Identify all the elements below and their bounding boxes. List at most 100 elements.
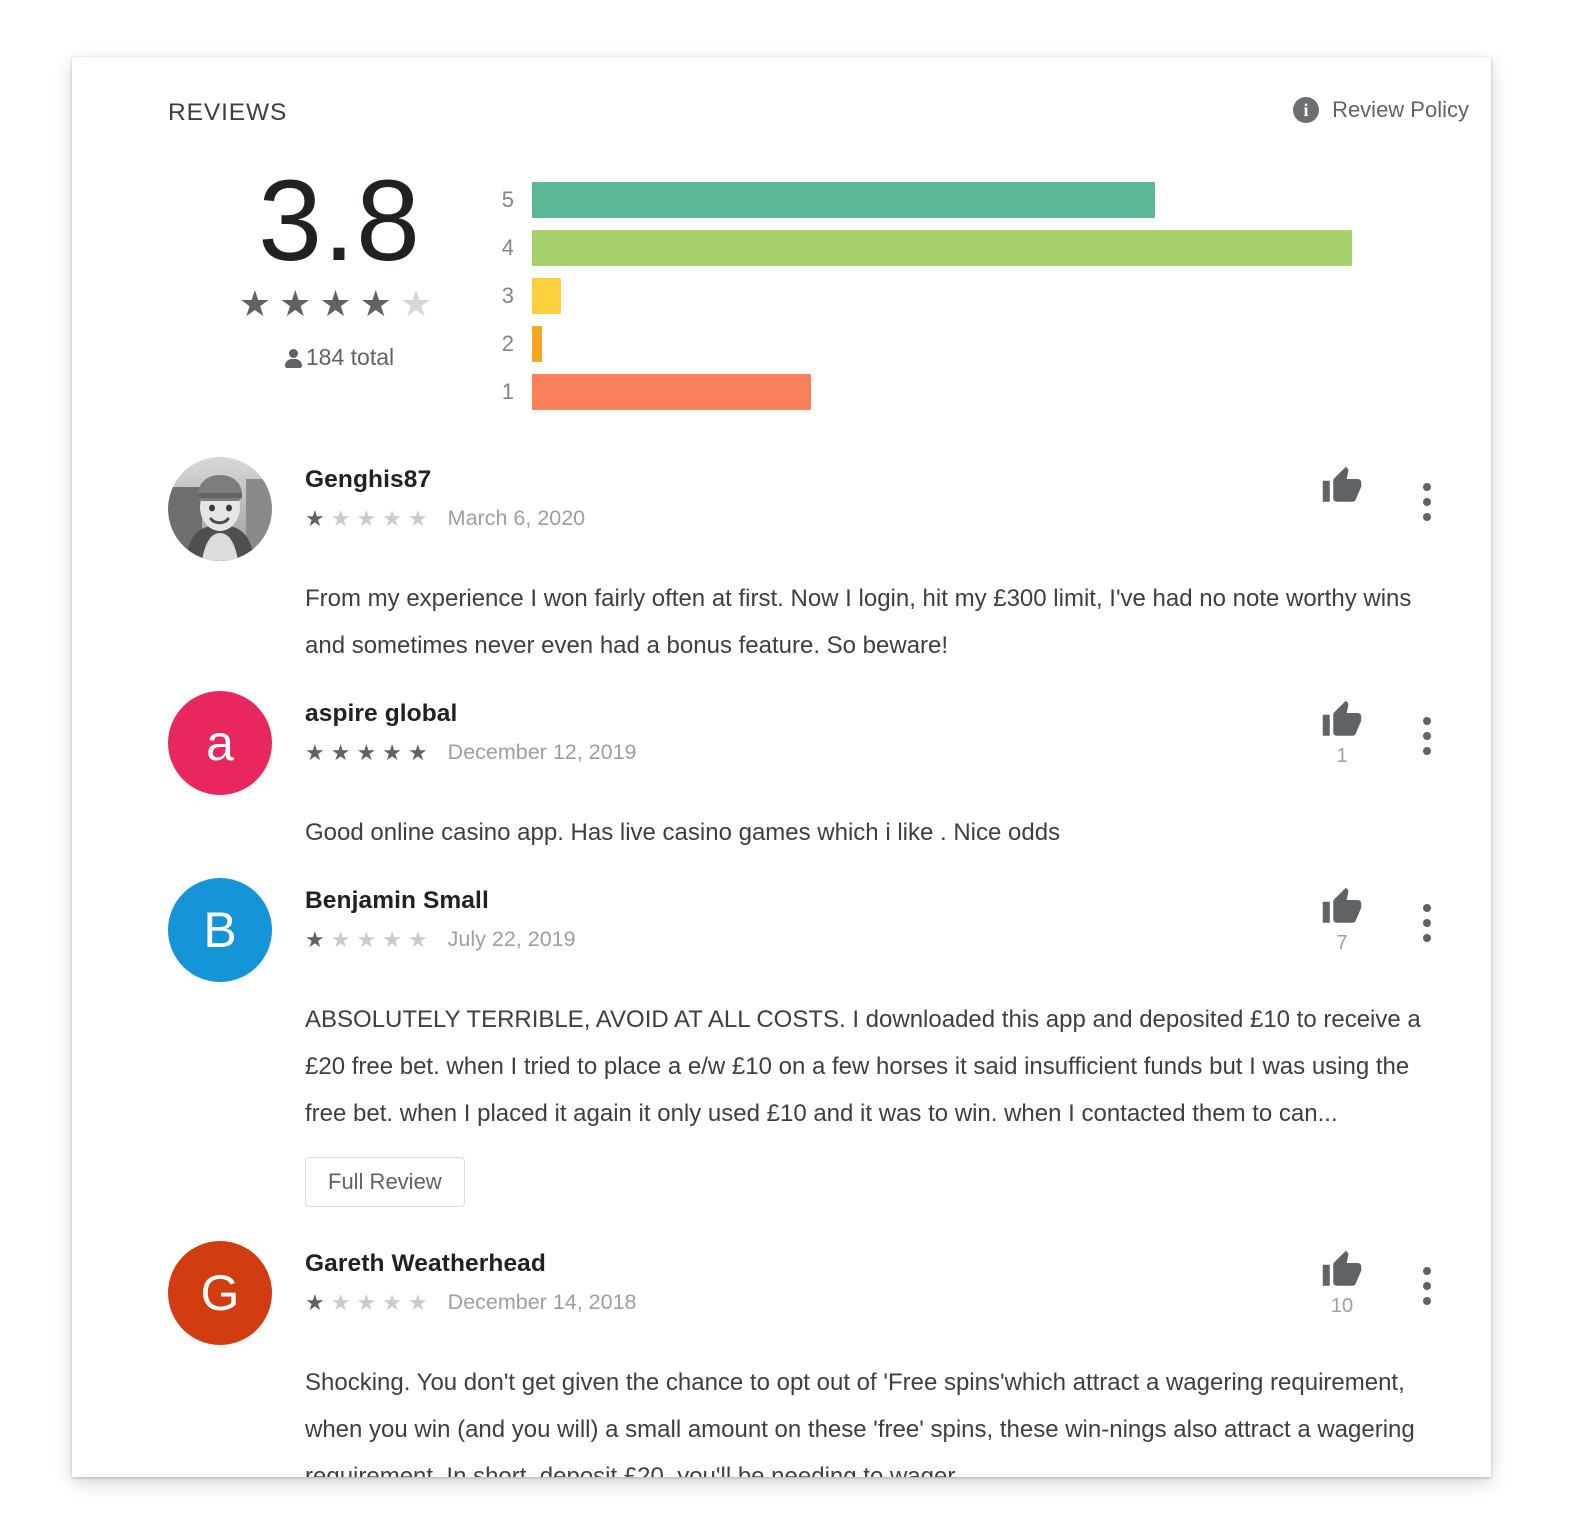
- histogram-track-2: [532, 320, 1352, 368]
- review-policy-link[interactable]: i Review Policy: [1293, 97, 1469, 123]
- review-actions: 1: [1321, 699, 1431, 768]
- review-policy-label: Review Policy: [1332, 97, 1469, 122]
- histogram-row-5: 5: [492, 176, 1352, 224]
- thumbs-up-button[interactable]: 1: [1321, 699, 1363, 768]
- thumbs-up-button[interactable]: [1321, 465, 1363, 533]
- review-star-3: ★: [356, 739, 383, 765]
- review-star-5: ★: [407, 505, 434, 531]
- review-star-1: ★: [305, 926, 331, 952]
- review-meta: ★★★★★ July 22, 2019: [305, 927, 576, 952]
- review-star-5: ★: [407, 926, 434, 952]
- like-count: 1: [1336, 745, 1348, 767]
- histogram-row-4: 4: [492, 224, 1352, 272]
- histogram-bar-2: [532, 326, 542, 362]
- review-date: December 12, 2019: [447, 740, 637, 764]
- review-author: Genghis87: [305, 466, 432, 493]
- summary-star-5: ★: [399, 283, 441, 324]
- ratings-summary: 3.8 ★★★★★ 184 total 5 4 3 2 1: [72, 162, 1491, 462]
- histogram-track-3: [532, 272, 1352, 320]
- histogram-row-1: 1: [492, 368, 1352, 416]
- review-item: G Gareth Weatherhead ★★★★★ December 14, 201…: [72, 1241, 1491, 1477]
- histogram-row-3: 3: [492, 272, 1352, 320]
- review-spacer: [168, 1207, 1491, 1241]
- review-body: From my experience I won fairly often at…: [305, 585, 1412, 659]
- card-header: REVIEWS i Review Policy: [72, 57, 1491, 167]
- summary-star-rating: ★★★★★: [167, 284, 512, 324]
- average-score: 3.8: [258, 157, 421, 285]
- review-author-block: Benjamin Small ★★★★★ July 22, 2019: [305, 878, 576, 952]
- review-author: Benjamin Small: [305, 887, 489, 914]
- avatar-initial: B: [203, 902, 237, 958]
- review-item: a aspire global ★★★★★ December 12, 2019 1 Goo…: [72, 691, 1491, 878]
- review-star-5: ★: [407, 1289, 434, 1315]
- review-meta: ★★★★★ March 6, 2020: [305, 506, 585, 531]
- more-vert-icon[interactable]: [1423, 886, 1431, 942]
- more-vert-icon[interactable]: [1423, 1249, 1431, 1305]
- review-item: B Benjamin Small ★★★★★ July 22, 2019 7 ABSOLU…: [72, 878, 1491, 1241]
- histogram-label-3: 3: [501, 283, 514, 308]
- review-meta: ★★★★★ December 12, 2019: [305, 740, 637, 765]
- histogram-track-4: [532, 224, 1352, 272]
- review-star-1: ★: [305, 739, 331, 765]
- avatar-initial: G: [200, 1265, 240, 1321]
- review-star-1: ★: [305, 1289, 331, 1315]
- total-reviews: 184 total: [167, 344, 512, 371]
- review-star-3: ★: [356, 926, 383, 952]
- histogram-row-2: 2: [492, 320, 1352, 368]
- score-column: 3.8 ★★★★★ 184 total: [167, 162, 512, 371]
- review-body: Good online casino app. Has live casino …: [305, 819, 1061, 846]
- histogram-bar-3: [532, 278, 561, 314]
- review-star-3: ★: [356, 1289, 383, 1315]
- review-author: Gareth Weatherhead: [305, 1250, 546, 1277]
- histogram-bar-4: [532, 230, 1352, 266]
- review-actions: 10: [1321, 1249, 1431, 1318]
- review-body: Shocking. You don't get given the chance…: [305, 1369, 1415, 1477]
- review-star-rating: ★★★★★: [305, 1289, 434, 1315]
- person-icon: [284, 348, 302, 368]
- review-star-4: ★: [382, 739, 408, 765]
- page-root: REVIEWS i Review Policy 3.8 ★★★★★ 184 to…: [0, 0, 1587, 1531]
- info-icon: i: [1293, 97, 1320, 123]
- more-vert-icon[interactable]: [1423, 699, 1431, 755]
- review-header: B Benjamin Small ★★★★★ July 22, 2019 7: [168, 878, 1491, 982]
- review-star-2: ★: [330, 505, 357, 531]
- more-vert-icon[interactable]: [1423, 465, 1431, 521]
- summary-star-4: ★: [359, 283, 400, 324]
- rating-histogram: 5 4 3 2 1: [492, 176, 1352, 426]
- review-star-2: ★: [330, 739, 357, 765]
- review-date: December 14, 2018: [447, 1290, 637, 1314]
- review-header: G Gareth Weatherhead ★★★★★ December 14, 201…: [168, 1241, 1491, 1345]
- thumbs-up-button[interactable]: 7: [1321, 886, 1363, 955]
- reviews-list: Genghis87 ★★★★★ March 6, 2020 From my exper…: [72, 457, 1491, 1477]
- avatar-initial: a: [206, 715, 234, 771]
- review-spacer: [168, 856, 1491, 878]
- summary-star-1: ★: [238, 283, 280, 324]
- full-review-button[interactable]: Full Review: [305, 1157, 465, 1207]
- review-date: March 6, 2020: [447, 506, 586, 530]
- review-star-5: ★: [407, 739, 434, 765]
- avatar: a: [168, 691, 272, 795]
- review-star-2: ★: [330, 926, 357, 952]
- review-body: ABSOLUTELY TERRIBLE, AVOID AT ALL COSTS.…: [305, 1006, 1421, 1127]
- review-author-block: Gareth Weatherhead ★★★★★ December 14, 2018: [305, 1241, 637, 1315]
- page-title: REVIEWS: [168, 99, 288, 126]
- histogram-label-5: 5: [501, 187, 514, 212]
- review-author: aspire global: [305, 700, 458, 727]
- review-star-2: ★: [330, 1289, 357, 1315]
- histogram-track-1: [532, 368, 1352, 416]
- summary-star-2: ★: [279, 283, 320, 324]
- like-count: 7: [1336, 932, 1348, 954]
- review-star-3: ★: [356, 505, 383, 531]
- summary-star-3: ★: [319, 283, 360, 324]
- avatar: [168, 457, 272, 561]
- review-header: a aspire global ★★★★★ December 12, 2019 1: [168, 691, 1491, 795]
- like-count: 10: [1330, 1295, 1354, 1317]
- review-star-4: ★: [382, 926, 408, 952]
- thumbs-up-button[interactable]: 10: [1321, 1249, 1363, 1318]
- review-actions: [1321, 465, 1431, 533]
- histogram-label-1: 1: [501, 379, 514, 404]
- review-actions: 7: [1321, 886, 1431, 955]
- review-star-1: ★: [305, 505, 331, 531]
- review-star-4: ★: [382, 1289, 408, 1315]
- review-star-rating: ★★★★★: [305, 505, 434, 531]
